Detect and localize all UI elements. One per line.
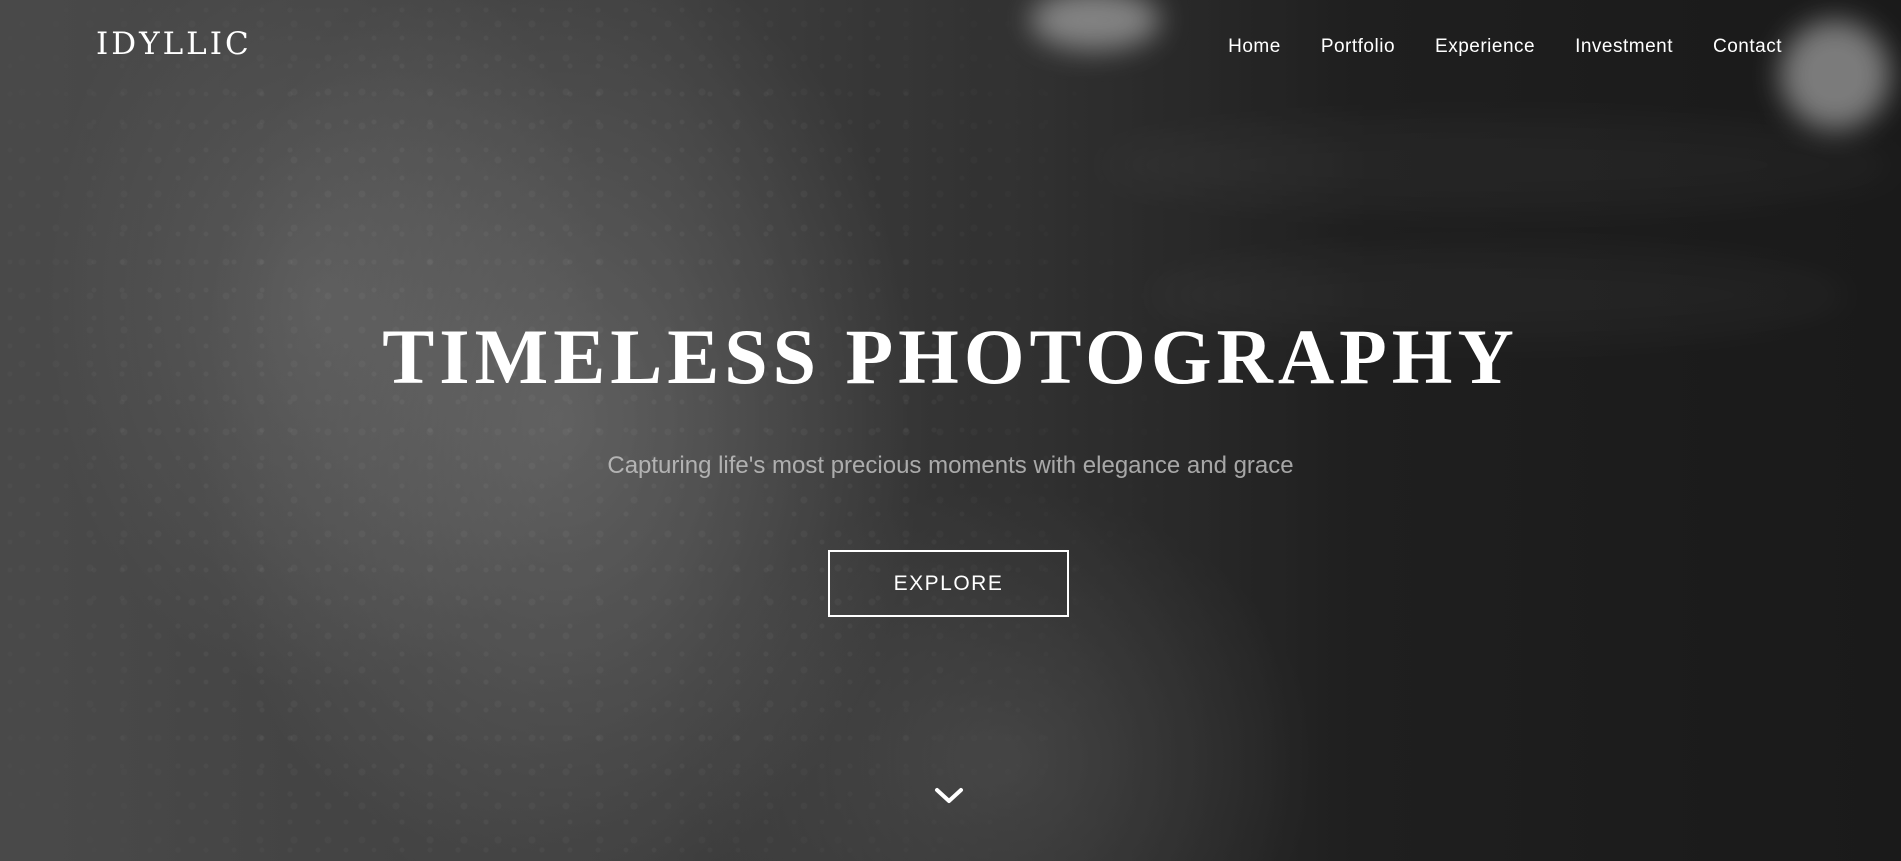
explore-button[interactable]: EXPLORE [828, 550, 1069, 617]
nav-item-contact[interactable]: Contact [1713, 36, 1782, 58]
nav-item-home[interactable]: Home [1228, 36, 1281, 58]
hero-overlay [0, 0, 1901, 861]
hero-section: IDYLLIC Home Portfolio Experience Invest… [0, 0, 1901, 861]
site-logo[interactable]: IDYLLIC [96, 26, 252, 62]
hero-title: TIMELESS PHOTOGRAPHY [382, 313, 1519, 400]
top-navigation: IDYLLIC Home Portfolio Experience Invest… [0, 0, 1901, 96]
nav-item-investment[interactable]: Investment [1575, 36, 1673, 58]
hero-subtitle: Capturing life's most precious moments w… [607, 452, 1294, 479]
nav-menu: Home Portfolio Experience Investment Con… [1228, 36, 1782, 58]
chevron-down-icon[interactable] [932, 784, 966, 808]
nav-item-experience[interactable]: Experience [1435, 36, 1535, 58]
nav-item-portfolio[interactable]: Portfolio [1321, 36, 1395, 58]
